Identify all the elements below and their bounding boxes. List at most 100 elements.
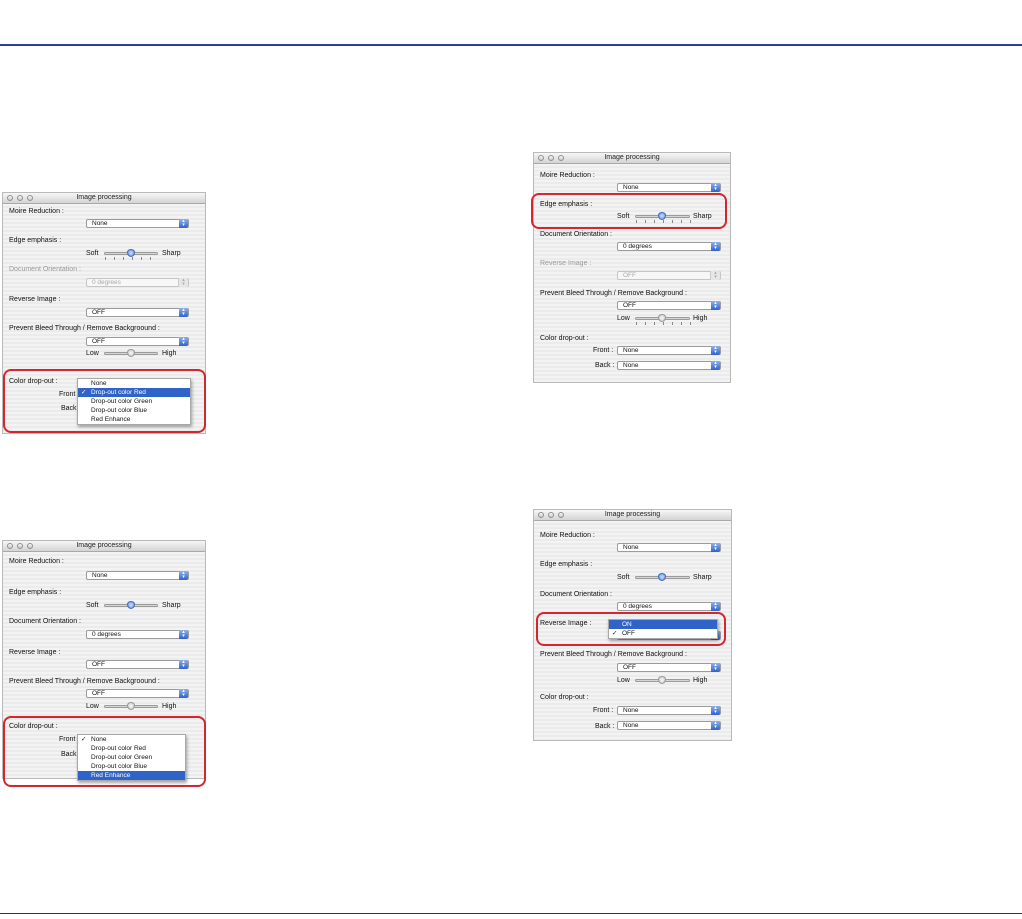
- chevron-updown-icon: ▴▾: [179, 571, 188, 580]
- orientation-value: 0 degrees: [92, 631, 121, 638]
- high-label: High: [693, 677, 708, 684]
- moire-value: None: [92, 572, 108, 579]
- highlight-frame: [3, 716, 206, 787]
- low-label: Low: [86, 703, 99, 710]
- back-label: Back :: [595, 362, 615, 369]
- image-processing-window-b: Image processing Moire Reduction : None ▴…: [533, 152, 731, 383]
- edge-slider-thumb[interactable]: [127, 249, 135, 257]
- bleed-select[interactable]: OFF ▴ ▾: [86, 337, 189, 346]
- bleed-slider-thumb[interactable]: [658, 314, 666, 322]
- bleed-slider-thumb[interactable]: [127, 702, 135, 710]
- moire-select[interactable]: None ▴ ▾: [617, 543, 721, 552]
- bleed-select[interactable]: OFF ▴ ▾: [86, 689, 189, 698]
- orientation-label: Document Orientation :: [540, 591, 612, 598]
- orientation-value: 0 degrees: [623, 603, 652, 610]
- back-select[interactable]: None ▴ ▾: [617, 721, 721, 730]
- low-label: Low: [86, 350, 99, 357]
- bleed-select[interactable]: OFF ▴ ▾: [617, 663, 721, 672]
- front-label: Front :: [593, 707, 614, 714]
- chevron-updown-icon: ▴▾: [179, 308, 188, 317]
- chevron-updown-icon: ▴▾: [711, 543, 720, 552]
- soft-label: Soft: [617, 574, 630, 581]
- back-label: Back :: [595, 723, 615, 730]
- bleed-select[interactable]: OFF ▴ ▾: [617, 301, 721, 310]
- low-label: Low: [617, 677, 630, 684]
- bleed-value: OFF: [92, 690, 105, 697]
- reverse-label: Reverse Image :: [540, 260, 592, 267]
- orientation-select[interactable]: 0 degrees ▴ ▾: [86, 278, 189, 287]
- window-title: Image processing: [76, 194, 132, 201]
- high-label: High: [162, 350, 177, 357]
- color-dropout-label: Color drop-out :: [540, 335, 589, 342]
- reverse-select[interactable]: OFF ▴▾: [86, 660, 189, 669]
- orientation-select[interactable]: 0 degrees ▴ ▾: [86, 630, 189, 639]
- highlight-frame: [536, 612, 726, 646]
- title-bar: Image processing: [3, 193, 205, 204]
- chevron-updown-icon: ▴▾: [711, 663, 720, 672]
- bleed-slider-thumb[interactable]: [127, 349, 135, 357]
- sharp-label: Sharp: [693, 574, 712, 581]
- footer-rule: [0, 913, 1022, 914]
- reverse-label: Reverse Image :: [9, 649, 61, 656]
- chevron-updown-icon: ▴▾: [711, 361, 720, 370]
- orientation-label: Document Orientation :: [9, 618, 81, 625]
- high-label: High: [162, 703, 177, 710]
- back-value: None: [623, 722, 639, 729]
- chevron-updown-icon: ▴▾: [710, 271, 720, 280]
- chevron-updown-icon: ▴▾: [711, 721, 720, 730]
- edge-slider-thumb[interactable]: [127, 601, 135, 609]
- highlight-frame: [3, 369, 206, 433]
- soft-label: Soft: [86, 250, 99, 257]
- soft-label: Soft: [86, 602, 99, 609]
- front-select[interactable]: None ▴ ▾: [617, 346, 721, 355]
- bleed-slider-thumb[interactable]: [658, 676, 666, 684]
- reverse-select[interactable]: OFF ▴▾: [86, 308, 189, 317]
- front-select[interactable]: None ▴ ▾: [617, 706, 721, 715]
- chevron-updown-icon: ▴▾: [179, 689, 188, 698]
- chevron-updown-icon: ▴▾: [711, 602, 720, 611]
- front-value: None: [623, 707, 639, 714]
- reverse-value: OFF: [92, 661, 105, 668]
- chevron-updown-icon: ▴▾: [711, 346, 720, 355]
- high-label: High: [693, 315, 708, 322]
- moire-value: None: [92, 220, 108, 227]
- title-bar: Image processing: [534, 153, 730, 164]
- moire-select[interactable]: None ▴ ▾: [617, 183, 721, 192]
- moire-label: Moire Reduction :: [540, 532, 595, 539]
- chevron-updown-icon: ▴▾: [178, 278, 188, 287]
- chevron-updown-icon: ▴▾: [711, 301, 720, 310]
- reverse-select[interactable]: OFF ▴▾: [617, 271, 721, 280]
- chevron-updown-icon: ▴▾: [179, 630, 188, 639]
- front-value: None: [623, 347, 639, 354]
- orientation-value: 0 degrees: [623, 243, 652, 250]
- slider-ticks: [105, 257, 159, 260]
- bleed-label: Prevent Bleed Through / Remove Backgroun…: [540, 290, 687, 297]
- moire-label: Moire Reduction :: [540, 172, 595, 179]
- chevron-updown-icon: ▴▾: [711, 706, 720, 715]
- slider-ticks: [636, 322, 691, 325]
- reverse-value: OFF: [92, 309, 105, 316]
- back-select[interactable]: None ▴ ▾: [617, 361, 721, 370]
- bleed-label: Prevent Bleed Through / Remove Backgroun…: [540, 651, 687, 658]
- edge-label: Edge emphasis :: [9, 589, 62, 596]
- low-label: Low: [617, 315, 630, 322]
- moire-value: None: [623, 184, 639, 191]
- orientation-label: Document Orientation :: [9, 266, 81, 273]
- title-bar: Image processing: [534, 510, 731, 521]
- moire-select[interactable]: None ▴ ▾: [86, 219, 189, 228]
- edge-slider-thumb[interactable]: [658, 573, 666, 581]
- bleed-label: Prevent Bleed Through / Remove Backgroou…: [9, 678, 160, 685]
- moire-label: Moire Reduction :: [9, 558, 64, 565]
- window-title: Image processing: [76, 542, 132, 549]
- orientation-select[interactable]: 0 degrees ▴ ▾: [617, 602, 721, 611]
- reverse-label: Reverse Image :: [9, 296, 61, 303]
- moire-select[interactable]: None ▴ ▾: [86, 571, 189, 580]
- sharp-label: Sharp: [162, 250, 181, 257]
- color-dropout-label: Color drop-out :: [540, 694, 589, 701]
- header-rule: [0, 44, 1022, 46]
- chevron-updown-icon: ▴▾: [179, 219, 188, 228]
- chevron-updown-icon: ▴▾: [179, 337, 188, 346]
- title-bar: Image processing: [3, 541, 205, 552]
- bleed-value: OFF: [92, 338, 105, 345]
- orientation-select[interactable]: 0 degrees ▴ ▾: [617, 242, 721, 251]
